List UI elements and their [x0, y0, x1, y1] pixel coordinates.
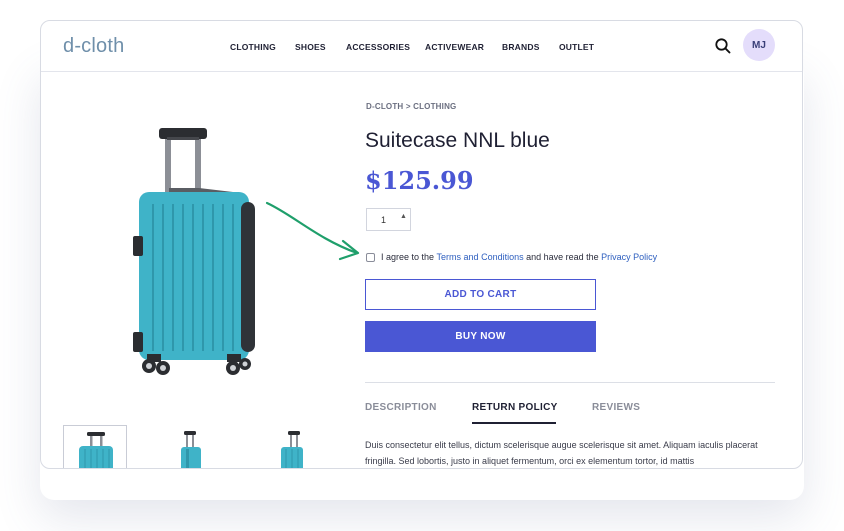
section-divider [365, 382, 775, 383]
product-thumbnail-front[interactable] [63, 425, 127, 468]
agreement-text-prefix: I agree to the [381, 252, 437, 262]
tab-content-text: Duis consectetur elit tellus, dictum sce… [365, 440, 758, 466]
product-image-suitcase [133, 128, 255, 375]
terms-checkbox[interactable] [366, 252, 375, 262]
top-navigation: d-cloth CLOTHING SHOES ACCESSORIES ACTIV… [41, 21, 802, 72]
nav-item-shoes[interactable]: SHOES [295, 42, 326, 52]
nav-item-accessories[interactable]: ACCESSORIES [346, 42, 410, 52]
product-title: Suitecase NNL blue [365, 129, 550, 152]
quantity-stepper[interactable]: 1 ▲ [366, 208, 411, 231]
user-avatar[interactable]: MJ [743, 29, 775, 61]
privacy-policy-link[interactable]: Privacy Policy [601, 252, 657, 262]
buy-now-button[interactable]: BUY NOW [365, 321, 596, 352]
nav-item-activewear[interactable]: ACTIVEWEAR [425, 42, 484, 52]
tab-description[interactable]: DESCRIPTION [365, 402, 437, 413]
quantity-value: 1 [381, 215, 387, 225]
product-price: $125.99 [365, 166, 474, 195]
agreement-text-middle: and have read the [523, 252, 602, 262]
chevron-up-icon[interactable]: ▲ [400, 213, 407, 220]
terms-agreement: I agree to the Terms and Conditions and … [366, 250, 657, 264]
search-icon[interactable] [714, 37, 732, 55]
product-thumbnail-side[interactable] [159, 425, 223, 468]
add-to-cart-button[interactable]: ADD TO CART [365, 279, 596, 310]
tab-return-policy[interactable]: RETURN POLICY [472, 402, 558, 413]
browser-window: d-cloth CLOTHING SHOES ACCESSORIES ACTIV… [40, 20, 803, 469]
pointer-arrow-annotation [265, 201, 360, 261]
breadcrumb[interactable]: D-CLOTH > CLOTHING [366, 102, 456, 111]
nav-item-clothing[interactable]: CLOTHING [230, 42, 276, 52]
product-thumbnail-back[interactable] [255, 425, 319, 468]
site-logo[interactable]: d-cloth [63, 35, 124, 58]
terms-link[interactable]: Terms and Conditions [437, 252, 524, 262]
nav-item-outlet[interactable]: OUTLET [559, 42, 594, 52]
tab-reviews[interactable]: REVIEWS [592, 402, 640, 413]
nav-item-brands[interactable]: BRANDS [502, 42, 540, 52]
active-tab-indicator [472, 422, 556, 424]
